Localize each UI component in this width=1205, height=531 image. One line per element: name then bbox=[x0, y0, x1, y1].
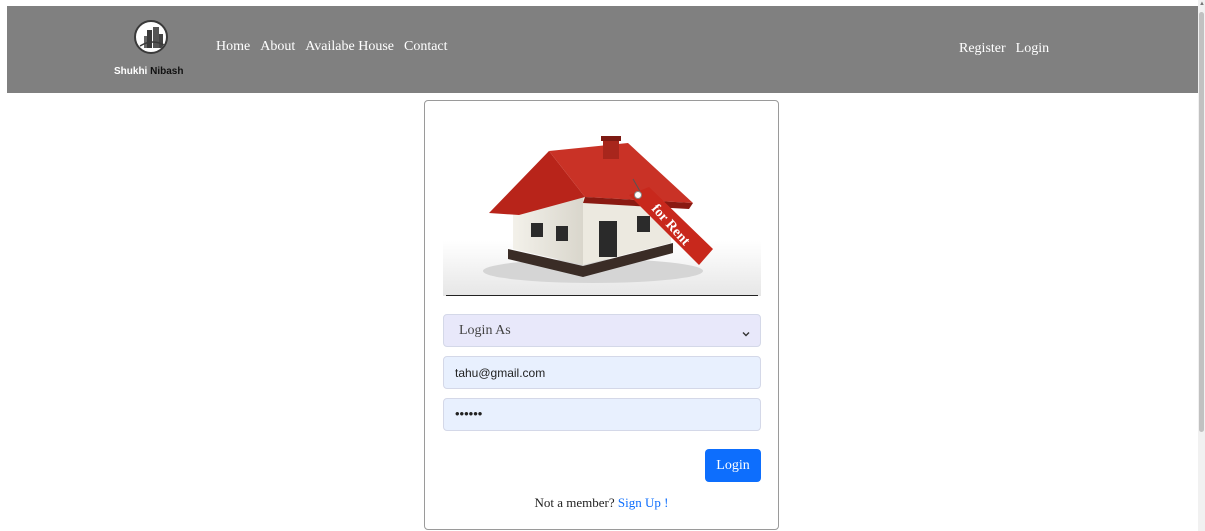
signup-prompt: Not a member? Sign Up ! bbox=[425, 495, 778, 511]
login-as-select[interactable]: Login As bbox=[443, 314, 761, 347]
brand-second-name: Nibash bbox=[150, 66, 184, 77]
login-card: for Rent Login As tahu@gmail.com •••••• … bbox=[424, 100, 779, 530]
nav-link-about[interactable]: About bbox=[260, 39, 295, 55]
login-as-selected-value: Login As bbox=[459, 323, 511, 338]
password-input-value: •••••• bbox=[455, 406, 483, 421]
house-for-rent-image: for Rent bbox=[443, 131, 761, 296]
brand-logo[interactable]: Shukhi Nibash bbox=[114, 18, 204, 84]
building-icon bbox=[134, 20, 168, 54]
scroll-up-icon[interactable]: ▲ bbox=[1199, 1, 1205, 7]
email-input-value: tahu@gmail.com bbox=[455, 366, 546, 380]
not-member-text: Not a member? bbox=[534, 495, 615, 510]
signup-link[interactable]: Sign Up ! bbox=[618, 495, 669, 510]
nav-link-login[interactable]: Login bbox=[1016, 41, 1049, 57]
scrollbar-thumb[interactable] bbox=[1199, 12, 1204, 432]
chevron-down-icon bbox=[742, 325, 750, 337]
nav-right-links: Register Login bbox=[959, 41, 1049, 57]
email-input[interactable]: tahu@gmail.com bbox=[443, 356, 761, 389]
nav-left-links: Home About Availabe House Contact bbox=[216, 39, 448, 55]
nav-link-available-house[interactable]: Availabe House bbox=[305, 39, 394, 55]
brand-name: Shukhi Nibash bbox=[114, 66, 183, 77]
password-input[interactable]: •••••• bbox=[443, 398, 761, 431]
vertical-scrollbar[interactable]: ▲ bbox=[1198, 0, 1205, 531]
login-button[interactable]: Login bbox=[705, 449, 761, 482]
brand-first-name: Shukhi bbox=[114, 66, 148, 77]
nav-link-register[interactable]: Register bbox=[959, 41, 1006, 57]
nav-link-home[interactable]: Home bbox=[216, 39, 250, 55]
image-divider bbox=[446, 295, 758, 296]
navbar: Shukhi Nibash Home About Availabe House … bbox=[7, 6, 1198, 93]
nav-link-contact[interactable]: Contact bbox=[404, 39, 448, 55]
